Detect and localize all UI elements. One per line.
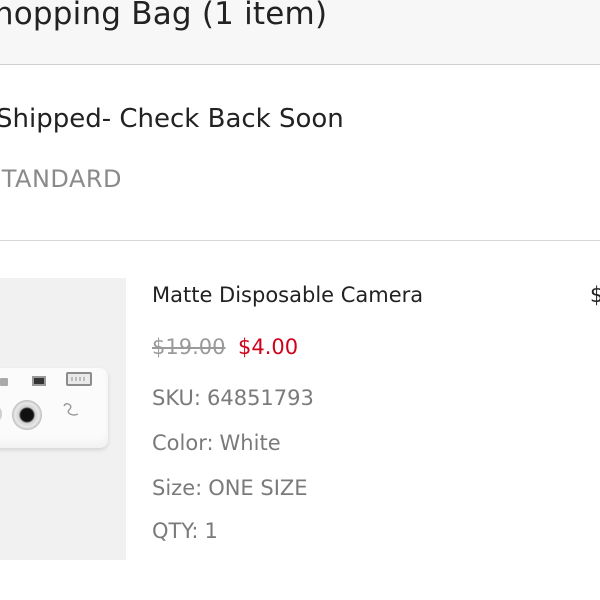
original-price: $19.00 <box>152 335 226 359</box>
sku-row: SKU: 64851793 <box>152 386 314 410</box>
shipping-status: Shipped- Check Back Soon <box>0 104 344 134</box>
qty-row: QTY: 1 <box>152 519 218 543</box>
size-value: ONE SIZE <box>208 476 308 500</box>
camera-logo-icon <box>63 403 79 416</box>
sale-price: $4.00 <box>238 335 299 359</box>
product-image[interactable] <box>0 278 126 560</box>
color-row: Color: White <box>152 431 281 455</box>
sku-value: 64851793 <box>206 386 314 410</box>
color-label: Color: <box>152 431 214 455</box>
product-name[interactable]: Matte Disposable Camera <box>152 283 423 307</box>
sku-label: SKU: <box>152 386 201 410</box>
header-bar: Shopping Bag (1 item) <box>0 0 600 65</box>
shipping-method: STANDARD <box>0 165 123 193</box>
qty-label: QTY: <box>152 519 199 543</box>
color-value: White <box>219 431 281 455</box>
camera-viewfinder <box>32 376 46 386</box>
line-total-price: $ <box>590 283 600 307</box>
qty-value: 1 <box>204 519 218 543</box>
divider <box>0 240 600 241</box>
page-title: Shopping Bag (1 item) <box>0 0 328 32</box>
camera-button <box>0 378 8 386</box>
size-label: Size: <box>152 476 203 500</box>
camera-lens-icon <box>12 400 42 430</box>
camera-flash <box>66 372 92 386</box>
size-row: Size: ONE SIZE <box>152 476 308 500</box>
